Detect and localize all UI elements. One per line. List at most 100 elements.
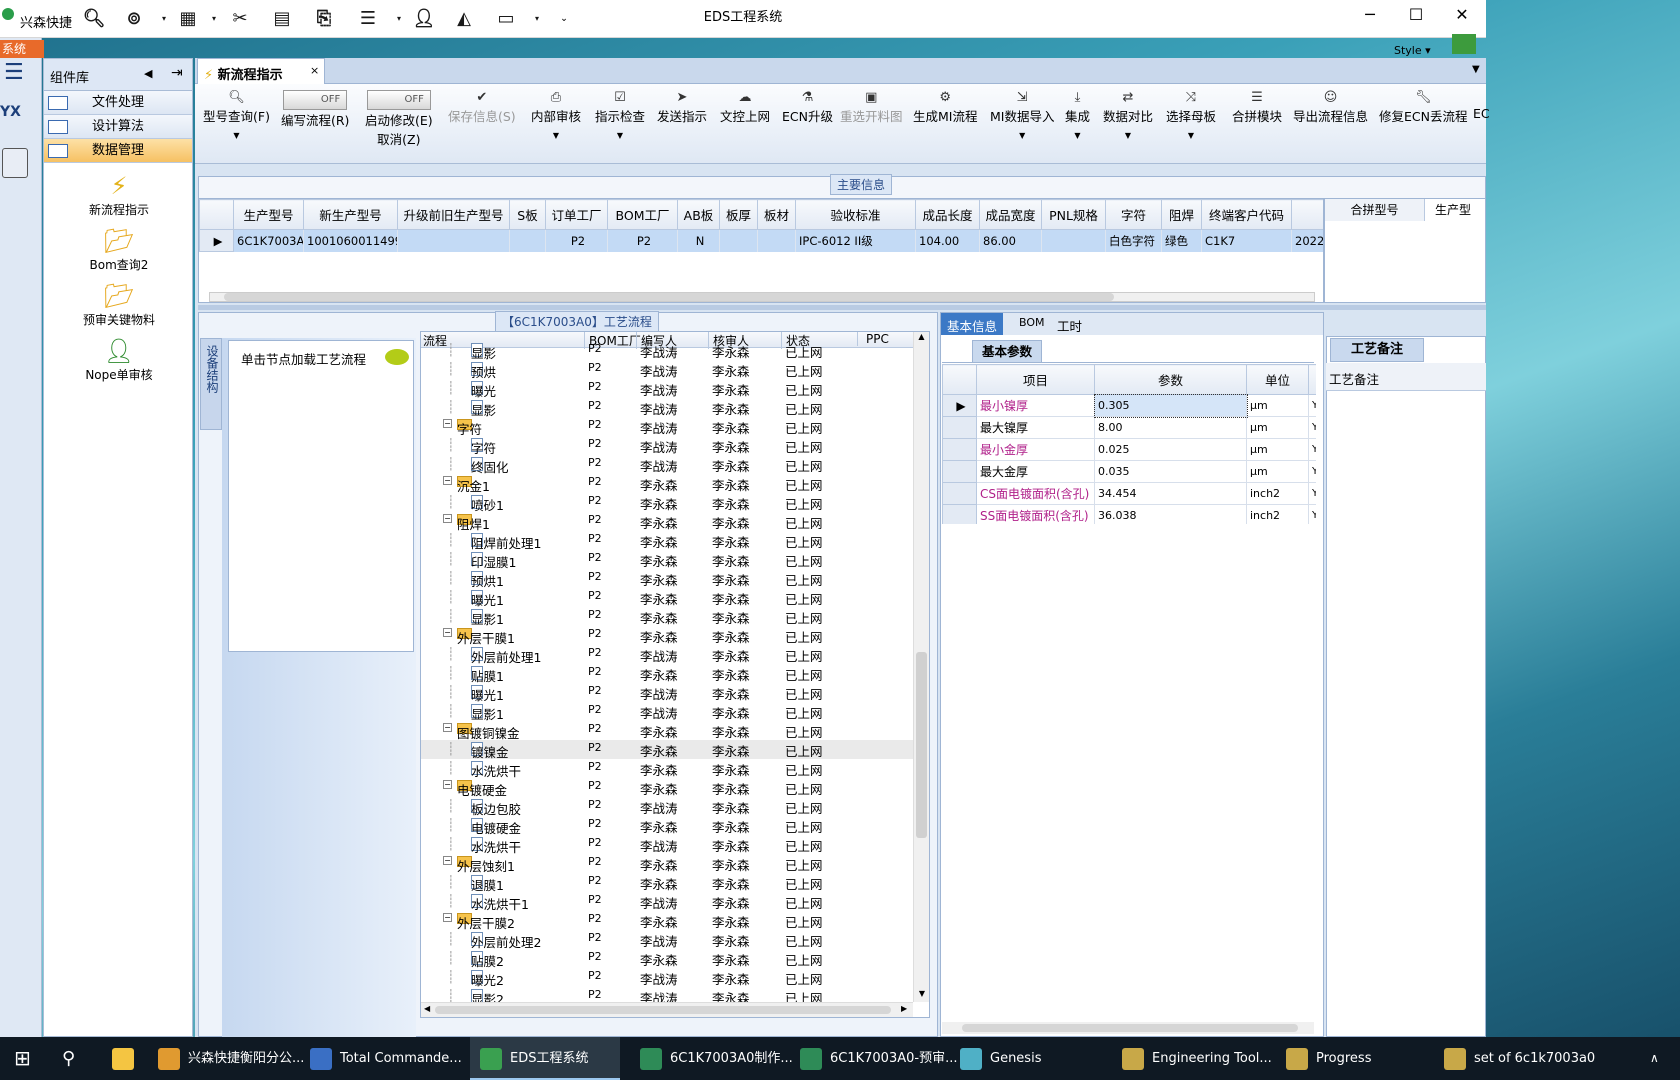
tree-row[interactable]: − 沉金1 P2 李永森 李永森 已上网 [421,474,929,494]
cell[interactable] [509,229,546,252]
param-flag[interactable]: Y [1308,416,1316,439]
taskbar-item[interactable]: Engineering Tool... [1112,1037,1272,1080]
tree-row[interactable]: ┊ 阻焊前处理1 P2 李永森 李永森 已上网 [421,531,929,551]
tree-row[interactable]: ┊ 喷砂1 P2 李永森 李永森 已上网 [421,493,929,513]
scroll-down-icon[interactable]: ▼ [914,989,929,998]
tree-row[interactable]: ┊ 退膜1 P2 李永森 李永森 已上网 [421,873,929,893]
tab-hours[interactable]: 工时 [1057,316,1082,335]
col-header[interactable]: 成品宽度 [979,199,1042,230]
complib-item-file[interactable]: 文件处理 [44,91,192,115]
tray-chevron-icon[interactable]: ∧ [1650,1037,1659,1080]
col-header[interactable]: S板 [509,199,546,230]
complib-item-design[interactable]: 设计算法 [44,115,192,139]
calculator-icon[interactable] [2,148,28,178]
col-header[interactable] [1291,199,1323,230]
horizontal-scrollbar[interactable] [942,1022,1314,1034]
col-header[interactable]: 参数 [1094,364,1247,395]
tree-row[interactable]: − 字符 P2 李战涛 李永森 已上网 [421,417,929,437]
tree-row[interactable]: ┊ 曝光1 P2 李永森 李永森 已上网 [421,588,929,608]
tree-row[interactable]: ┊ 水洗烘干 P2 李战涛 李永森 已上网 [421,835,929,855]
col-header[interactable]: 板厚 [719,199,758,230]
yx-logo-icon[interactable]: YX [0,104,30,134]
taskbar-item[interactable]: set of 6c1k7003a0 [1434,1037,1604,1080]
cell[interactable]: P2 [545,229,608,252]
minimize-button[interactable]: ─ [1347,0,1393,30]
ribbon-ecn-upgrade[interactable]: ⚗ ECN升级 [782,90,833,125]
tool-key-material[interactable]: 📂︎ 预审关键物料 [44,281,194,328]
tree-row[interactable]: ┊ 显影1 P2 李永森 李永森 已上网 [421,607,929,627]
vertical-scrollbar[interactable]: ▲ ▼ [913,332,929,1002]
param-item[interactable]: CS面电镀面积(含孔) [976,482,1095,505]
ribbon-generate-mi[interactable]: ⚙ 生成MI流程 [913,90,977,125]
cell[interactable]: 白色字符 [1105,229,1162,252]
horizontal-scrollbar[interactable]: ◀ ▶ [421,1002,913,1017]
col-header[interactable]: 项目 [976,364,1095,395]
close-tab-icon[interactable]: × [310,64,319,77]
taskbar-item[interactable]: 兴森快捷衡阳分公... [148,1037,304,1080]
tree-row[interactable]: ┊ 曝光 P2 李战涛 李永森 已上网 [421,379,929,399]
style-dropdown[interactable]: Style ▾ [1394,44,1431,57]
param-unit[interactable]: inch2 [1246,482,1309,505]
system-menu-tab[interactable]: 系统 [0,40,44,58]
side-tab-equipment[interactable]: 设备结构 [200,338,222,430]
cell[interactable]: 104.00 [915,229,980,252]
tree-row[interactable]: ┊ 印湿膜1 P2 李永森 李永森 已上网 [421,550,929,570]
complib-item-data[interactable]: 数据管理 [44,139,192,163]
tree-row[interactable]: ┊ 字符 P2 李战涛 李永森 已上网 [421,436,929,456]
tree-row[interactable]: ┊ 曝光2 P2 李战涛 李永森 已上网 [421,968,929,988]
col-header[interactable]: 新生产型号 [303,199,398,230]
collapse-left-icon[interactable]: ◀ [144,67,152,80]
tree-row[interactable]: ┊ 显影 P2 李战涛 李永森 已上网 [421,398,929,418]
tree-row[interactable]: − 阻焊1 P2 李永森 李永森 已上网 [421,512,929,532]
param-value[interactable]: 0.035 [1094,460,1247,483]
tree-row[interactable]: ┊ 预烘1 P2 李永森 李永森 已上网 [421,569,929,589]
file-explorer-icon[interactable] [112,1037,142,1080]
scrollbar-thumb[interactable] [435,1006,891,1014]
taskbar-item[interactable]: EDS工程系统 [470,1037,620,1080]
param-row[interactable]: SS面电镀面积(含孔)36.038inch2Y [942,504,1316,524]
param-row[interactable]: 最小金厚0.025μmY [942,438,1316,461]
param-unit[interactable]: μm [1246,416,1309,439]
col-header[interactable]: 生产型号 [233,199,304,230]
tree-row[interactable]: − 图镀铜镍金 P2 李永森 李永森 已上网 [421,721,929,741]
dock-icon[interactable]: ⇥ [171,65,183,81]
close-button[interactable]: ✕ [1439,0,1485,30]
ribbon-integrate[interactable]: ⤓ 集成 ▼ [1065,90,1090,140]
tree-row[interactable]: ┊ 水洗烘干1 P2 李战涛 李永森 已上网 [421,892,929,912]
cell[interactable]: N [677,229,720,252]
param-value[interactable]: 0.305 [1093,393,1248,418]
col-header[interactable]: 生产型 [1435,199,1471,221]
tool-bom-query[interactable]: 📂︎ Bom查询2 [44,226,194,273]
col-header[interactable]: 终端客户代码 [1201,199,1292,230]
cell[interactable]: 6C1K7003A0 [233,229,304,252]
col-header[interactable]: 订单工厂 [545,199,608,230]
param-row[interactable]: CS面电镀面积(含孔)34.454inch2Y [942,482,1316,505]
ribbon-mi-import[interactable]: ⇲ MI数据导入 ▼ [990,90,1054,140]
ribbon-instruction-check[interactable]: ☑ 指示检查 ▼ [595,90,645,140]
ribbon-internal-review[interactable]: ⎙ 内部审核 ▼ [531,90,581,140]
horizontal-scrollbar[interactable] [209,292,1315,302]
col-header[interactable]: 升级前旧生产型号 [397,199,510,230]
param-unit[interactable]: μm [1246,394,1309,417]
taskbar-item[interactable]: Progress [1276,1037,1426,1080]
param-unit[interactable]: inch2 [1246,504,1309,524]
cell[interactable] [719,229,758,252]
ribbon-ec-more[interactable]: EC [1473,90,1490,121]
tree-row[interactable]: ┊ 显影1 P2 李战涛 李永森 已上网 [421,702,929,722]
hamburger-menu-icon[interactable]: ☰ [4,60,24,85]
ribbon-fix-ecn[interactable]: 🔧︎ 修复ECN丢流程 [1379,90,1467,125]
remarks-tab[interactable]: 工艺备注 [1330,338,1424,362]
cell[interactable] [757,229,796,252]
ribbon-doc-upload[interactable]: ☁ 文控上网 [720,90,770,125]
cell[interactable]: IPC-6012 II级 [795,229,916,252]
param-value[interactable]: 0.025 [1094,438,1247,461]
tab-basic-info[interactable]: 基本信息 [941,313,1004,335]
tree-row[interactable]: ┊ 镀镍金 P2 李永森 李永森 已上网 [421,740,929,760]
tree-row[interactable]: − 电镀硬金 P2 李永森 李永森 已上网 [421,778,929,798]
tree-row[interactable]: − 外层蚀刻1 P2 李永森 李永森 已上网 [421,854,929,874]
tree-row[interactable]: ┊ 外层前处理1 P2 李战涛 李永森 已上网 [421,645,929,665]
ribbon-select-mother-board[interactable]: ⤨ 选择母板 ▼ [1166,90,1216,140]
splitter[interactable] [198,305,1486,310]
col-header[interactable]: 验收标准 [795,199,916,230]
tree-row[interactable]: − 外层干膜2 P2 李永森 李永森 已上网 [421,911,929,931]
